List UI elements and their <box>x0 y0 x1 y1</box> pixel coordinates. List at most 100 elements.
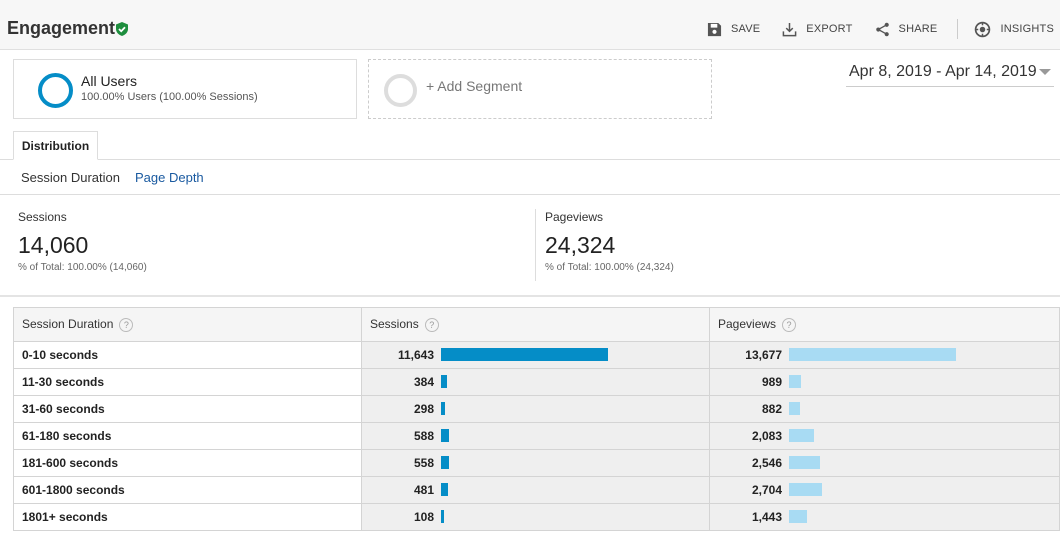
verified-shield-icon <box>116 22 128 36</box>
insights-label: INSIGHTS <box>1000 23 1054 35</box>
pageviews-cell: 2,546 <box>709 449 1060 477</box>
divider <box>0 194 1060 195</box>
sessions-cell: 384 <box>361 368 710 396</box>
row-label: 1801+ seconds <box>13 503 362 531</box>
sessions-cell: 11,643 <box>361 341 710 369</box>
pageviews-cell: 2,083 <box>709 422 1060 450</box>
pageviews-bar <box>789 402 800 415</box>
pageviews-value: 2,546 <box>751 456 782 470</box>
sessions-value: 588 <box>413 429 434 443</box>
subnav-session-duration[interactable]: Session Duration <box>21 170 120 185</box>
help-icon[interactable]: ? <box>782 317 797 332</box>
sessions-value: 11,643 <box>397 348 434 362</box>
share-button[interactable]: SHARE <box>875 22 938 37</box>
sessions-bar <box>441 510 444 523</box>
export-label: EXPORT <box>806 23 853 35</box>
report-actions: SAVE EXPORT SHARE INSIGHTS <box>685 19 1054 39</box>
sessions-bar <box>441 402 445 415</box>
pageviews-summary-label: Pageviews <box>545 210 604 224</box>
pageviews-bar <box>789 375 801 388</box>
sessions-value: 384 <box>413 375 434 389</box>
segment-all-users[interactable]: All Users 100.00% Users (100.00% Session… <box>13 59 357 119</box>
add-segment-button[interactable]: + Add Segment <box>368 59 712 119</box>
row-label: 601-1800 seconds <box>13 476 362 504</box>
table-body: 0-10 seconds 11,643 13,677 11-30 seconds 384… <box>13 341 1060 531</box>
actions-divider <box>957 19 959 39</box>
add-segment-label: + Add Segment <box>426 78 523 94</box>
segment-name: All Users <box>81 73 138 89</box>
sessions-value: 108 <box>413 510 434 524</box>
column-header-label: Sessions <box>370 317 419 332</box>
help-icon[interactable]: ? <box>119 317 134 332</box>
summary-divider <box>535 209 536 281</box>
column-header-label: Session Duration <box>22 317 114 332</box>
table-row: 601-1800 seconds 481 2,704 <box>13 476 1060 504</box>
save-label: SAVE <box>730 23 761 35</box>
sessions-summary: Sessions 14,060 % of Total: 100.00% (14,… <box>18 210 147 273</box>
column-header-label: Pageviews <box>718 317 777 332</box>
pageviews-value: 1,443 <box>751 510 782 524</box>
share-icon <box>875 22 889 36</box>
divider <box>0 295 1060 297</box>
pageviews-cell: 13,677 <box>709 341 1060 369</box>
sessions-summary-value: 14,060 <box>18 232 89 258</box>
pageviews-value: 882 <box>761 402 782 416</box>
sessions-cell: 558 <box>361 449 710 477</box>
chevron-down-icon <box>1039 69 1051 75</box>
tab-distribution[interactable]: Distribution <box>13 131 98 160</box>
save-button[interactable]: SAVE <box>707 22 760 37</box>
help-icon[interactable]: ? <box>424 317 439 332</box>
sessions-bar <box>441 348 608 361</box>
date-range-text: Apr 8, 2019 - Apr 14, 2019 <box>849 63 1037 80</box>
row-label: 181-600 seconds <box>13 449 362 477</box>
table-header-row: Session Duration? Sessions? Pageviews? <box>13 307 1060 342</box>
sessions-value: 481 <box>413 483 434 497</box>
table-row: 61-180 seconds 588 2,083 <box>13 422 1060 450</box>
pageviews-cell: 1,443 <box>709 503 1060 531</box>
pageviews-summary-value: 24,324 <box>545 232 616 258</box>
pageviews-value: 2,083 <box>751 429 782 443</box>
tab-baseline <box>0 159 1060 160</box>
insights-button[interactable]: INSIGHTS <box>974 21 1054 38</box>
pageviews-summary-total: % of Total: 100.00% (24,324) <box>545 262 674 273</box>
table-row: 31-60 seconds 298 882 <box>13 395 1060 423</box>
row-label: 0-10 seconds <box>13 341 362 369</box>
sessions-bar <box>441 429 449 442</box>
table-row: 1801+ seconds 108 1,443 <box>13 503 1060 531</box>
table-row: 181-600 seconds 558 2,546 <box>13 449 1060 477</box>
sessions-bar <box>441 456 449 469</box>
pageviews-bar <box>789 456 820 469</box>
pageviews-summary: Pageviews 24,324 % of Total: 100.00% (24… <box>545 210 674 273</box>
column-header-session-duration[interactable]: Session Duration? <box>13 307 362 342</box>
column-header-pageviews[interactable]: Pageviews? <box>709 307 1060 342</box>
table-row: 11-30 seconds 384 989 <box>13 368 1060 396</box>
subnav-page-depth[interactable]: Page Depth <box>135 170 204 185</box>
row-label: 31-60 seconds <box>13 395 362 423</box>
pageviews-cell: 2,704 <box>709 476 1060 504</box>
sessions-summary-total: % of Total: 100.00% (14,060) <box>18 262 147 273</box>
pageviews-bar <box>789 483 822 496</box>
sessions-cell: 298 <box>361 395 710 423</box>
pageviews-value: 2,704 <box>751 483 782 497</box>
sessions-value: 298 <box>413 402 434 416</box>
segment-subtext: 100.00% Users (100.00% Sessions) <box>81 91 258 103</box>
column-header-sessions[interactable]: Sessions? <box>361 307 710 342</box>
export-button[interactable]: EXPORT <box>782 22 852 37</box>
segment-ring-icon <box>38 73 73 108</box>
empty-segment-ring-icon <box>384 74 417 107</box>
distribution-table: Session Duration? Sessions? Pageviews? 0… <box>13 307 1060 531</box>
pageviews-cell: 882 <box>709 395 1060 423</box>
report-header: Engagement SAVE EXPORT SHARE INSIGHTS <box>0 0 1060 50</box>
table-row: 0-10 seconds 11,643 13,677 <box>13 341 1060 369</box>
export-icon <box>782 22 797 36</box>
row-label: 61-180 seconds <box>13 422 362 450</box>
pageviews-bar <box>789 429 814 442</box>
date-range-picker[interactable]: Apr 8, 2019 - Apr 14, 2019 <box>846 62 1054 87</box>
sessions-cell: 588 <box>361 422 710 450</box>
sessions-bar <box>441 375 447 388</box>
save-icon <box>707 22 722 36</box>
sessions-summary-label: Sessions <box>18 210 67 224</box>
sessions-cell: 108 <box>361 503 710 531</box>
pageviews-value: 989 <box>761 375 782 389</box>
pageviews-cell: 989 <box>709 368 1060 396</box>
